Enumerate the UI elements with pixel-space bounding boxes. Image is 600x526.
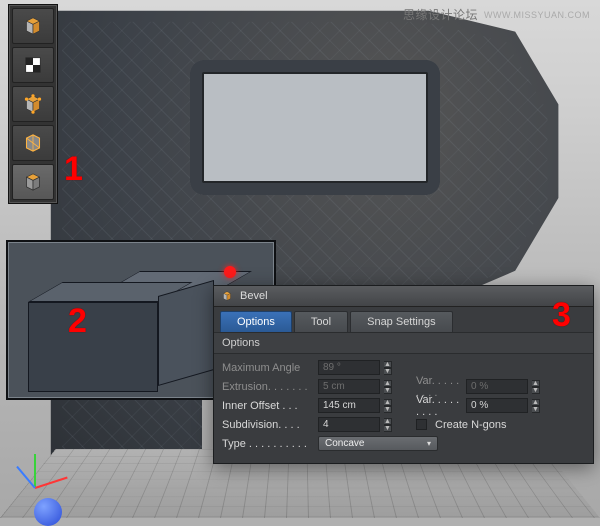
watermark: 思缘设计论坛 WWW.MISSYUAN.COM [403,6,590,23]
section-label-options: Options [214,332,593,354]
max-angle-label: Maximum Angle [222,362,314,374]
point-mode-icon [20,91,46,117]
extrusion-label: Extrusion. . . . . . . [222,381,314,393]
callout-1: 1 [64,150,83,189]
tab-snap-settings[interactable]: Snap Settings [350,311,453,332]
type-label: Type . . . . . . . . . . [222,438,314,450]
max-angle-stepper: ▲▼ [384,361,392,375]
callout-2: 2 [68,302,87,341]
extrusion-field: 5 cm [318,379,380,394]
watermark-cn: 思缘设计论坛 [403,6,478,23]
model-mode-icon [20,13,46,39]
var2-stepper[interactable]: ▲▼ [532,399,540,413]
panel-header[interactable]: Bevel [214,286,593,307]
model-mode-button[interactable] [12,8,54,44]
max-angle-field: 89 ° [318,360,380,375]
texture-mode-button[interactable] [12,47,54,83]
axis-x-icon [35,477,68,489]
letter-p-hole [190,60,440,195]
bevel-icon [220,289,234,303]
subdivision-stepper[interactable]: ▲▼ [384,418,392,432]
create-ngons-label: Create N-gons [435,419,507,431]
panel-title: Bevel [240,290,268,302]
extrusion-stepper: ▲▼ [384,380,392,394]
edge-mode-icon [20,130,46,156]
callout-3: 3 [552,296,571,335]
inner-offset-field[interactable]: 145 cm [318,398,380,413]
var1-stepper: ▲▼ [532,380,540,394]
edge-mode-button[interactable] [12,125,54,161]
subdivision-label: Subdivision. . . . [222,419,314,431]
inset-mesh [28,266,228,394]
chevron-down-icon: ▾ [427,436,431,451]
point-mode-button[interactable] [12,86,54,122]
inner-offset-label: Inner Offset . . . [222,400,314,412]
panel-tabs: Options Tool Snap Settings [214,307,593,332]
bevel-panel: Bevel Options Tool Snap Settings Options… [213,285,594,464]
axis-handle-icon[interactable] [224,266,236,278]
axis-gizmo[interactable] [6,438,66,498]
options-body: Maximum Angle 89 ° ▲▼ Extrusion. . . . .… [214,354,593,463]
var2-label: Var. . . . . . . . . [416,394,462,418]
inner-offset-stepper[interactable]: ▲▼ [384,399,392,413]
polygon-mode-button[interactable] [12,164,54,200]
type-dropdown[interactable]: Concave ▾ [318,436,438,451]
polygon-mode-icon [20,169,46,195]
var2-field[interactable]: 0 % [466,398,528,413]
var1-field: 0 % [466,379,528,394]
subdivision-field[interactable]: 4 [318,417,380,432]
axis-origin-icon [34,498,62,526]
type-value: Concave [325,436,364,451]
create-ngons-checkbox[interactable] [416,419,427,430]
texture-mode-icon [20,52,46,78]
watermark-en: WWW.MISSYUAN.COM [484,10,590,20]
tab-tool[interactable]: Tool [294,311,348,332]
tab-options[interactable]: Options [220,311,292,332]
axis-z-icon [16,466,36,489]
axis-y-icon [34,454,36,488]
mode-toolbar [8,4,58,204]
